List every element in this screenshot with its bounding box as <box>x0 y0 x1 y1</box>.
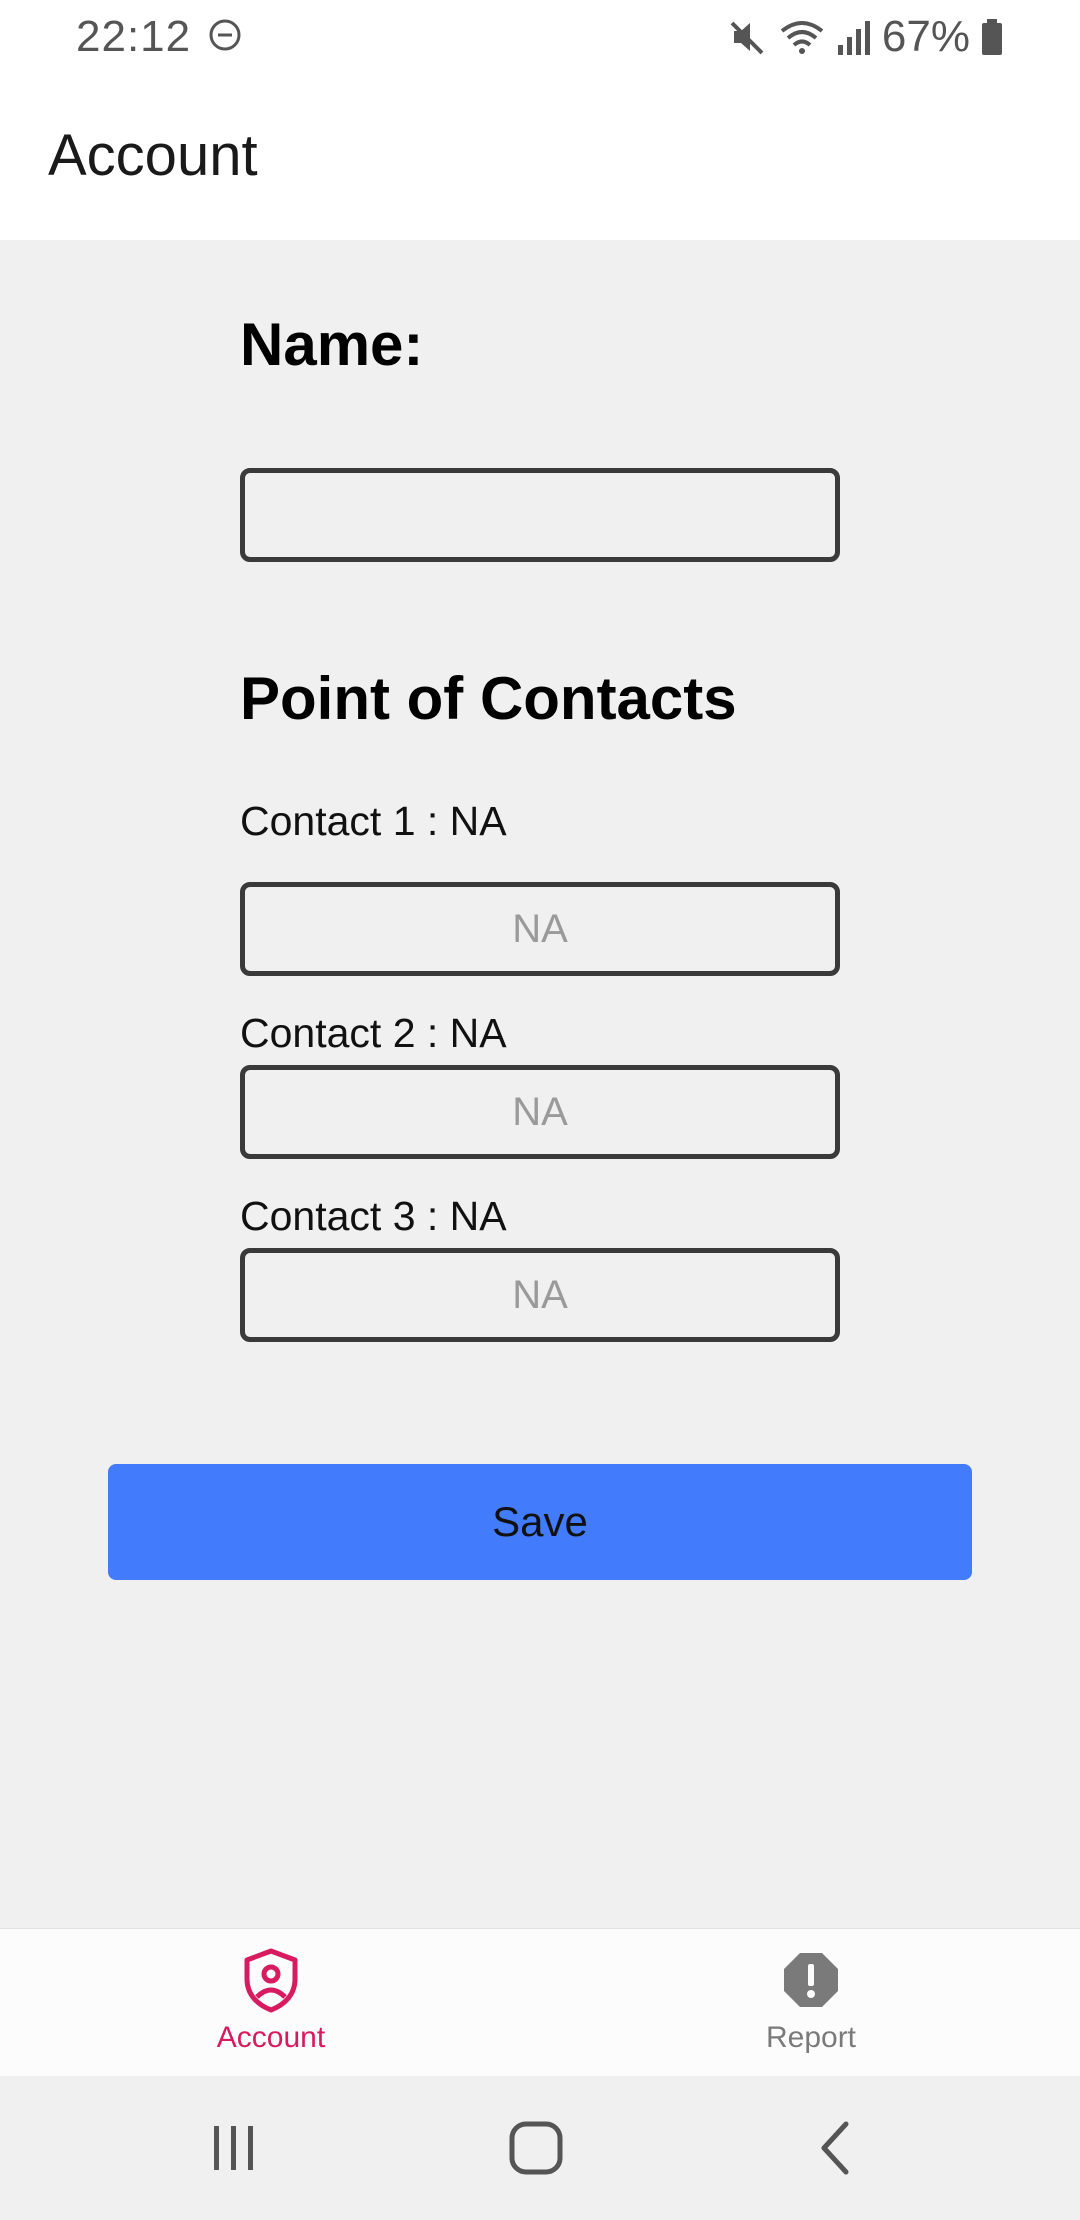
home-icon[interactable] <box>504 2116 568 2180</box>
shield-user-icon <box>244 1948 298 2013</box>
bottom-nav: Account Report <box>0 1928 1080 2076</box>
signal-icon <box>837 21 870 55</box>
alert-octagon-icon <box>784 1953 838 2007</box>
status-time: 22:12 <box>76 12 192 61</box>
nav-label-account: Account <box>216 2021 326 2054</box>
name-label: Name: <box>240 311 424 378</box>
status-bar: 22:12 67% <box>0 0 1080 74</box>
name-input[interactable] <box>240 468 840 562</box>
status-icons: 67% <box>728 12 1004 62</box>
do-not-disturb-icon <box>209 19 241 51</box>
contact-3-label: Contact 3 : NA <box>240 1193 507 1239</box>
app-bar: Account <box>0 74 1080 240</box>
page-title: Account <box>48 123 258 188</box>
contact-3-input[interactable] <box>240 1248 840 1342</box>
mute-icon <box>730 21 764 55</box>
nav-label-report: Report <box>765 2021 857 2054</box>
battery-icon <box>982 19 1002 55</box>
back-icon[interactable] <box>806 2116 870 2180</box>
recent-apps-icon[interactable] <box>202 2116 266 2180</box>
poc-heading: Point of Contacts <box>240 665 737 732</box>
account-form: Name: Point of Contacts Contact 1 : NA C… <box>0 240 1080 1928</box>
wifi-icon <box>780 21 824 54</box>
battery-percent: 67% <box>881 12 970 61</box>
nav-item-report[interactable]: Report <box>661 1929 961 2077</box>
contact-2-input[interactable] <box>240 1065 840 1159</box>
contact-1-input[interactable] <box>240 882 840 976</box>
nav-item-account[interactable]: Account <box>121 1929 421 2077</box>
system-nav-bar <box>0 2076 1080 2220</box>
contact-2-label: Contact 2 : NA <box>240 1010 507 1056</box>
save-button[interactable]: Save <box>108 1464 972 1580</box>
contact-1-label: Contact 1 : NA <box>240 798 507 844</box>
